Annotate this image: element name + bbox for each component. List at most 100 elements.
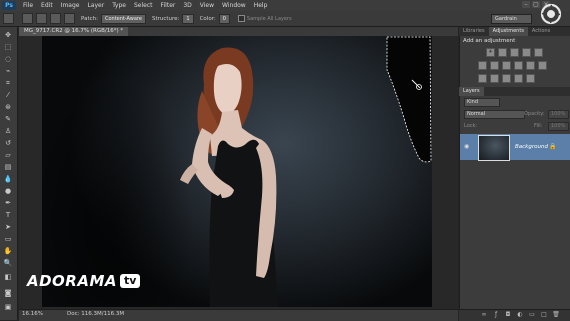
- menu-edit[interactable]: Edit: [37, 2, 57, 9]
- levels-icon[interactable]: [498, 48, 507, 57]
- layer-filter-kind-select[interactable]: Kind: [464, 98, 500, 107]
- lock-label: Lock:: [464, 123, 478, 129]
- fill-label: Fill:: [534, 123, 543, 129]
- hand-tool-icon[interactable]: ✋: [3, 247, 13, 256]
- foreground-background-colors-icon[interactable]: ◧: [3, 273, 13, 282]
- lasso-tool-icon[interactable]: ◌: [3, 55, 13, 64]
- tab-adjustments[interactable]: Adjustments: [488, 27, 528, 36]
- layer-name[interactable]: Background: [515, 144, 548, 150]
- patch-label: Patch:: [81, 15, 98, 22]
- photoshop-logo: Ps: [2, 1, 16, 10]
- sample-all-layers-checkbox[interactable]: [237, 15, 245, 22]
- opacity-field[interactable]: 100%: [548, 110, 569, 119]
- link-icon[interactable]: ∞: [480, 311, 488, 318]
- adorama-tv-watermark: ADORAMA tv: [27, 271, 141, 291]
- watermark-tv-badge: tv: [120, 274, 141, 288]
- new-group-icon[interactable]: ▭: [528, 311, 536, 318]
- dodge-tool-icon[interactable]: ●: [3, 187, 13, 196]
- patch-tool-preset-icon[interactable]: [3, 13, 14, 24]
- brightness-contrast-icon[interactable]: ☀: [486, 48, 495, 57]
- blend-mode-select[interactable]: Normal: [464, 110, 525, 119]
- new-layer-icon[interactable]: □: [540, 311, 548, 318]
- menu-3d[interactable]: 3D: [179, 2, 195, 9]
- structure-select[interactable]: 1: [182, 13, 194, 24]
- patch-mode-select[interactable]: Content-Aware: [100, 13, 146, 24]
- menu-type[interactable]: Type: [108, 2, 130, 9]
- curves-icon[interactable]: [510, 48, 519, 57]
- document-size-info[interactable]: Doc: 116.3M/116.3M: [67, 310, 124, 319]
- blur-tool-icon[interactable]: 💧: [3, 175, 13, 184]
- menu-help[interactable]: Help: [250, 2, 272, 9]
- menu-image[interactable]: Image: [57, 2, 84, 9]
- restore-button[interactable]: ▢: [532, 1, 540, 8]
- tab-libraries[interactable]: Libraries: [459, 27, 489, 36]
- color-balance-icon[interactable]: [490, 61, 499, 70]
- selective-color-icon[interactable]: [526, 74, 535, 83]
- menu-window[interactable]: Window: [218, 2, 250, 9]
- add-mask-icon[interactable]: ◘: [504, 311, 512, 318]
- screen-mode-icon[interactable]: ▣: [3, 303, 13, 312]
- exposure-icon[interactable]: [522, 48, 531, 57]
- tab-actions[interactable]: Actions: [528, 27, 554, 36]
- color-lookup-icon[interactable]: [538, 61, 547, 70]
- move-tool-icon[interactable]: ✥: [3, 31, 13, 40]
- options-bar: Patch: Content-Aware Structure: 1 Color:…: [0, 11, 570, 27]
- clone-stamp-tool-icon[interactable]: ♙: [3, 127, 13, 136]
- workspace-select[interactable]: Gardrain: [491, 14, 532, 24]
- color-select[interactable]: 0: [218, 13, 230, 24]
- tab-layers[interactable]: Layers: [459, 87, 484, 96]
- photo-filter-icon[interactable]: [514, 61, 523, 70]
- fx-icon[interactable]: ƒ: [492, 311, 500, 318]
- patch-tool-icon[interactable]: ⊛: [3, 103, 13, 112]
- threshold-icon[interactable]: [502, 74, 511, 83]
- channel-mixer-icon[interactable]: [526, 61, 535, 70]
- add-to-selection-icon[interactable]: [36, 13, 47, 24]
- lock-icon[interactable]: 🔒: [549, 143, 556, 150]
- subtract-selection-icon[interactable]: [50, 13, 61, 24]
- trash-icon[interactable]: 🗑: [552, 311, 560, 318]
- posterize-icon[interactable]: [490, 74, 499, 83]
- menu-layer[interactable]: Layer: [83, 2, 108, 9]
- quick-mask-icon[interactable]: ◙: [3, 289, 13, 298]
- watermark-brand: ADORAMA: [27, 272, 118, 290]
- selection-marquee[interactable]: [386, 36, 432, 164]
- zoom-tool-icon[interactable]: 🔍: [3, 259, 13, 268]
- minimize-button[interactable]: –: [522, 1, 530, 8]
- menu-view[interactable]: View: [196, 2, 218, 9]
- invert-icon[interactable]: [478, 74, 487, 83]
- document-tab[interactable]: MG_9717.CR2 @ 16.7% (RGB/16*) *: [19, 27, 129, 36]
- menu-file[interactable]: File: [19, 2, 37, 9]
- hue-saturation-icon[interactable]: [478, 61, 487, 70]
- new-selection-icon[interactable]: [22, 13, 33, 24]
- menu-select[interactable]: Select: [130, 2, 157, 9]
- shape-tool-icon[interactable]: ▭: [3, 235, 13, 244]
- fill-field[interactable]: 100%: [548, 122, 569, 131]
- layer-thumbnail[interactable]: [478, 135, 510, 161]
- pen-tool-icon[interactable]: ✒: [3, 199, 13, 208]
- gradient-map-icon[interactable]: [514, 74, 523, 83]
- marquee-tool-icon[interactable]: ⬚: [3, 43, 13, 52]
- tools-panel: ✥ ⬚ ◌ ⌁ ⌗ ⁄ ⊛ ✎ ♙ ↺ ▱ ▤ 💧 ● ✒ T ➤ ▭ ✋ 🔍 …: [0, 27, 18, 320]
- type-tool-icon[interactable]: T: [3, 211, 13, 220]
- layers-panel-tabbar: Layers: [459, 87, 570, 96]
- intersect-selection-icon[interactable]: [64, 13, 75, 24]
- history-brush-tool-icon[interactable]: ↺: [3, 139, 13, 148]
- gradient-tool-icon[interactable]: ▤: [3, 163, 13, 172]
- camera-aperture-icon: [540, 3, 562, 25]
- zoom-level[interactable]: 16.16%: [22, 310, 43, 319]
- path-selection-tool-icon[interactable]: ➤: [3, 223, 13, 232]
- quick-select-tool-icon[interactable]: ⌁: [3, 67, 13, 76]
- new-adjustment-layer-icon[interactable]: ◐: [516, 311, 524, 318]
- eraser-tool-icon[interactable]: ▱: [3, 151, 13, 160]
- adjustments-title: Add an adjustment: [463, 38, 516, 44]
- crop-tool-icon[interactable]: ⌗: [3, 79, 13, 88]
- eye-icon[interactable]: ◉: [464, 144, 471, 150]
- vibrance-icon[interactable]: [534, 48, 543, 57]
- brush-tool-icon[interactable]: ✎: [3, 115, 13, 124]
- document-canvas[interactable]: [42, 36, 432, 307]
- black-white-icon[interactable]: [502, 61, 511, 70]
- eyedropper-tool-icon[interactable]: ⁄: [3, 91, 13, 100]
- opacity-label: Opacity:: [524, 111, 545, 117]
- panel-tabs: Libraries Adjustments Actions: [459, 27, 570, 36]
- menu-filter[interactable]: Filter: [157, 2, 180, 9]
